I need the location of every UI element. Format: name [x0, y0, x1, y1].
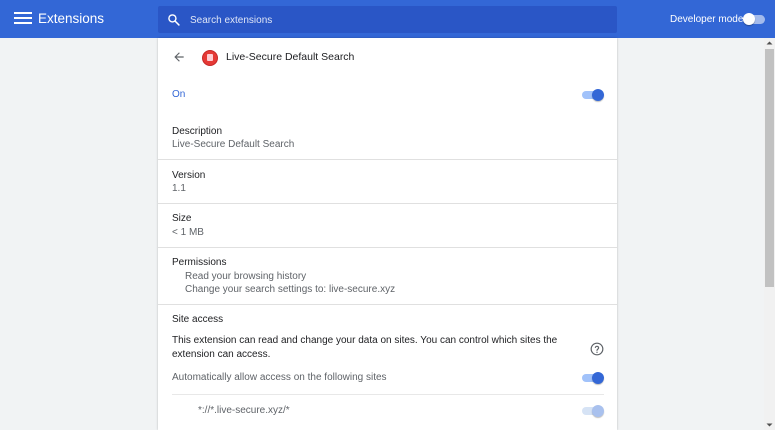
scroll-up-arrow-icon[interactable] [764, 38, 775, 48]
allowed-site-toggle[interactable] [582, 405, 604, 417]
auto-allow-label: Automatically allow access on the follow… [172, 372, 387, 383]
menu-icon[interactable] [14, 10, 32, 28]
version-title: Version [172, 170, 206, 181]
extension-name: Live-Secure Default Search [226, 51, 355, 63]
size-value: < 1 MB [172, 227, 204, 238]
extension-icon [202, 50, 218, 66]
divider [158, 203, 617, 204]
permission-item: Change your search settings to: live-sec… [185, 284, 396, 295]
back-arrow-icon[interactable] [172, 50, 186, 64]
allowed-site-item: *://*.live-secure.xyz/* [198, 405, 290, 416]
top-bar: Extensions Developer mode [0, 0, 775, 38]
enabled-status-label: On [172, 89, 186, 100]
scrollbar-thumb[interactable] [765, 49, 774, 287]
help-icon[interactable] [590, 342, 604, 356]
divider [158, 247, 617, 248]
scroll-down-arrow-icon[interactable] [764, 420, 775, 430]
auto-allow-toggle[interactable] [582, 372, 604, 384]
description-value: Live-Secure Default Search [172, 139, 295, 150]
scrollbar[interactable] [764, 38, 775, 430]
description-title: Description [172, 126, 223, 137]
site-access-description: This extension can read and change your … [172, 335, 558, 360]
permission-item: Read your browsing history [185, 271, 307, 282]
developer-mode-label: Developer mode [670, 14, 744, 25]
size-title: Size [172, 213, 192, 224]
divider [158, 304, 617, 305]
extension-detail-card: Live-Secure Default Search On Descriptio… [158, 38, 617, 430]
search-box[interactable] [158, 6, 617, 35]
permissions-title: Permissions [172, 257, 227, 268]
divider [172, 394, 604, 395]
search-icon [168, 14, 180, 26]
page-title: Extensions [38, 11, 105, 26]
site-access-title: Site access [172, 314, 224, 325]
extension-enabled-toggle[interactable] [582, 89, 604, 101]
search-input[interactable] [188, 6, 612, 35]
developer-mode-toggle[interactable] [743, 13, 767, 25]
divider [158, 159, 617, 160]
version-value: 1.1 [172, 183, 186, 194]
